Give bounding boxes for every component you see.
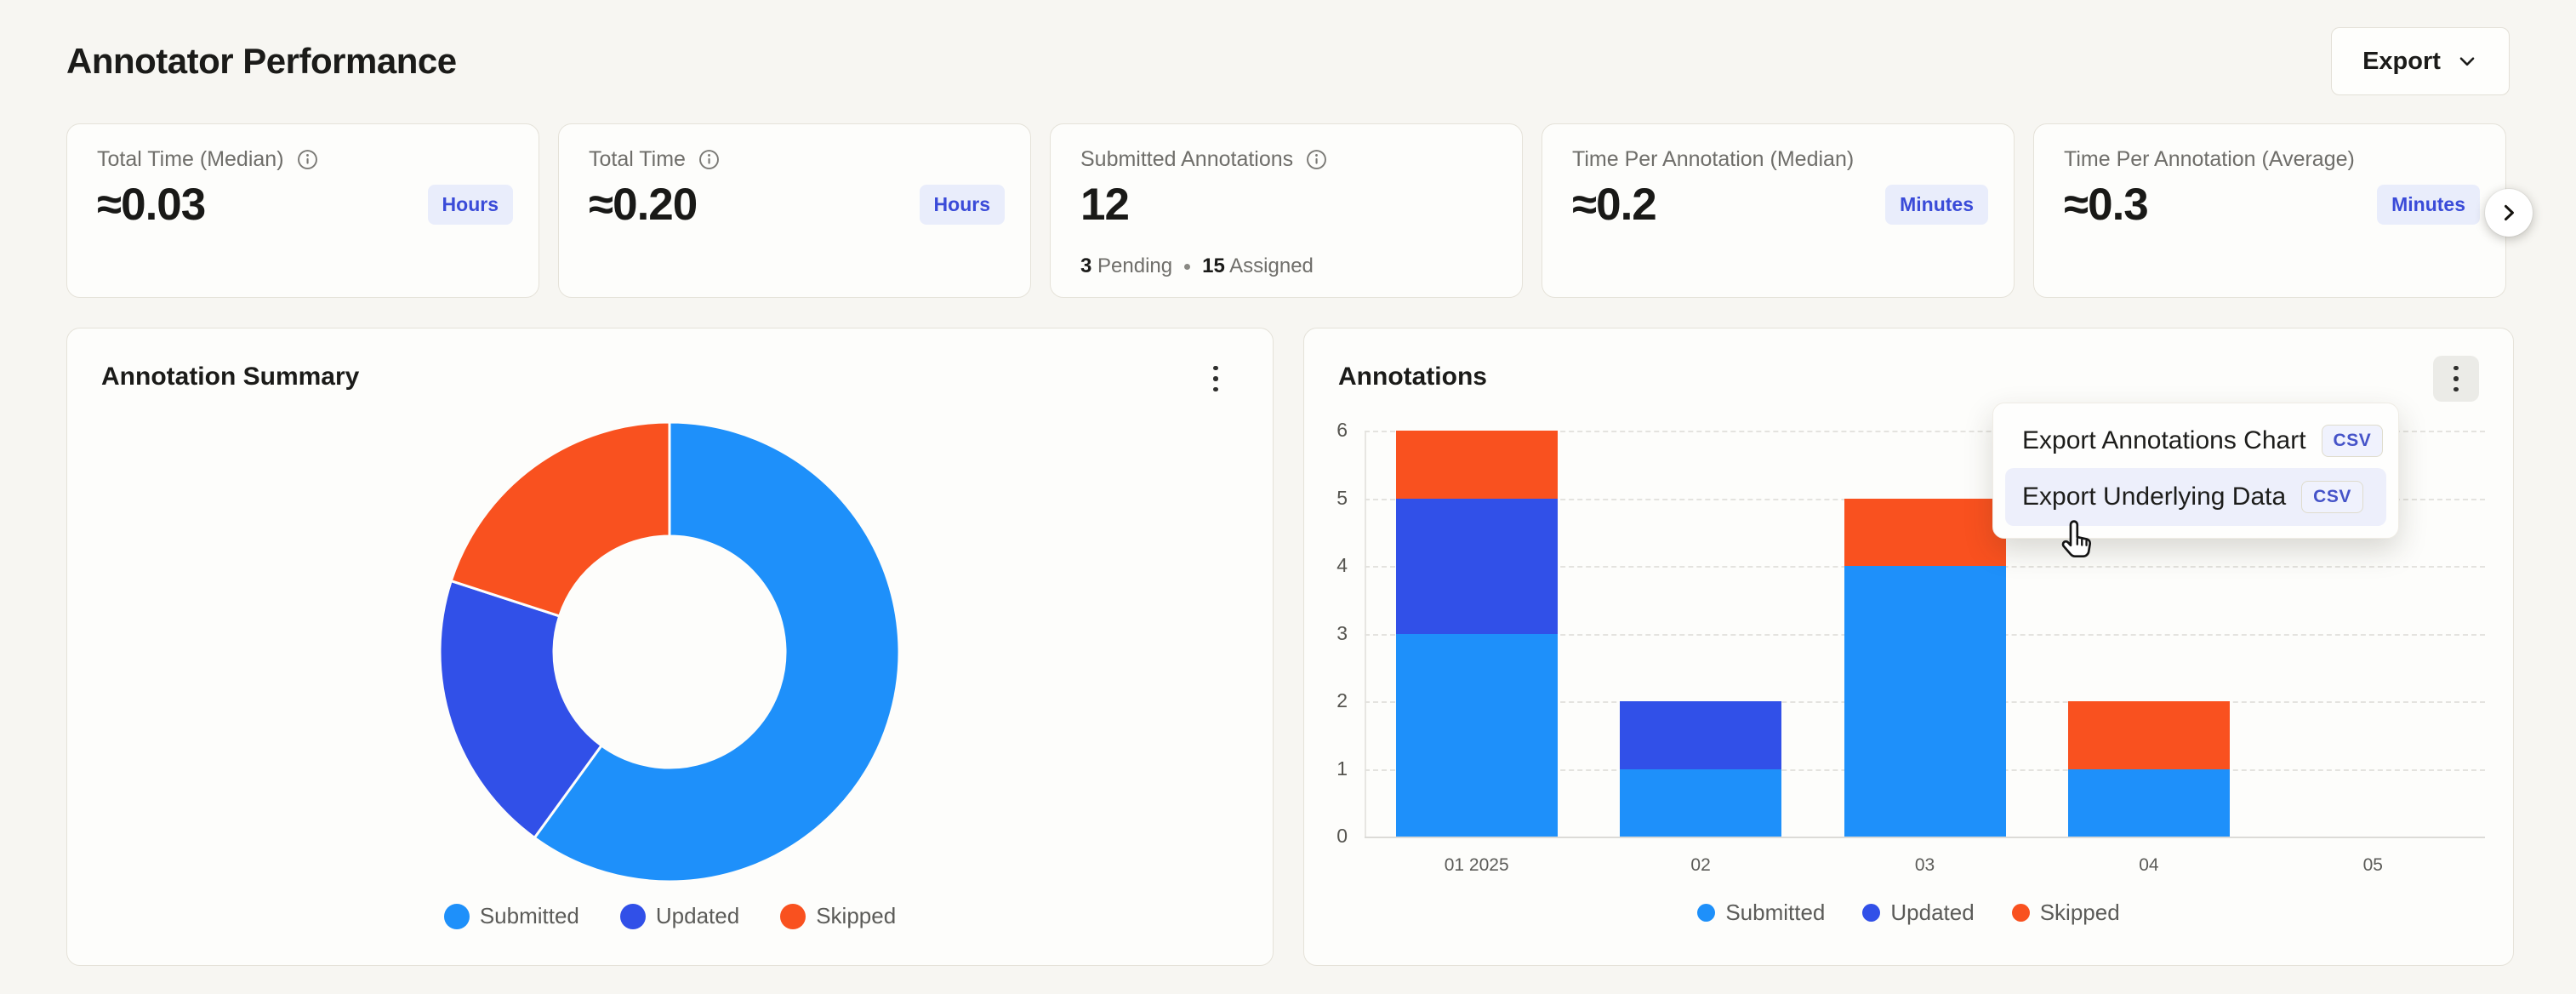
kebab-icon — [1213, 366, 1218, 371]
unit-badge: Hours — [920, 185, 1005, 225]
bar-segment-submitted-01-2025 — [1396, 634, 1558, 837]
bar-segment-updated-01-2025 — [1396, 499, 1558, 634]
legend-dot-submitted — [444, 904, 470, 929]
kebab-icon — [2453, 366, 2459, 371]
annotations-menu-button[interactable] — [2433, 356, 2479, 402]
menu-item-export-underlying-data[interactable]: Export Underlying Data CSV — [2005, 468, 2386, 526]
stat-value: ≈0.3 — [2064, 179, 2148, 231]
legend-dot-skipped — [780, 904, 806, 929]
legend-item-updated[interactable]: Updated — [1862, 900, 1974, 926]
stat-value: ≈0.20 — [589, 179, 697, 231]
annotator-performance-page: Annotator Performance Export Total Time … — [0, 0, 2576, 994]
stat-card-total-time-median: Total Time (Median) ≈0.03 Hours — [66, 123, 539, 298]
y-axis-tick-label: 1 — [1305, 757, 1348, 780]
stat-value: 12 — [1080, 179, 1129, 231]
stat-label: Total Time — [589, 147, 686, 172]
pending-count: 3 — [1080, 254, 1091, 277]
y-axis-tick-label: 4 — [1305, 554, 1348, 577]
legend-dot-skipped — [2012, 904, 2030, 922]
export-button[interactable]: Export — [2331, 27, 2510, 95]
info-icon[interactable] — [1305, 148, 1328, 171]
annotations-title: Annotations — [1338, 363, 1487, 391]
csv-badge: CSV — [2301, 481, 2363, 513]
info-icon[interactable] — [296, 148, 319, 171]
page-title: Annotator Performance — [66, 41, 457, 82]
bar-segment-skipped-03 — [1844, 499, 2006, 567]
bar-segment-submitted-02 — [1620, 769, 1781, 837]
menu-item-export-annotations-chart[interactable]: Export Annotations Chart CSV — [2005, 414, 2386, 468]
mouse-cursor-pointer-icon — [2055, 519, 2098, 565]
assigned-label: Assigned — [1229, 254, 1314, 277]
legend-item-updated[interactable]: Updated — [620, 903, 739, 929]
dot-separator — [1184, 264, 1190, 270]
export-context-menu: Export Annotations Chart CSV Export Unde… — [1992, 403, 2399, 539]
pending-label: Pending — [1097, 254, 1172, 277]
gridline-y-0 — [1365, 837, 2485, 838]
chevron-right-icon — [2497, 201, 2521, 225]
stat-label: Submitted Annotations — [1080, 147, 1293, 172]
annotation-summary-title: Annotation Summary — [101, 363, 359, 391]
page-header: Annotator Performance Export — [66, 26, 2510, 97]
unit-badge: Minutes — [1885, 185, 1988, 225]
legend-item-submitted[interactable]: Submitted — [1697, 900, 1825, 926]
y-axis-tick-label: 0 — [1305, 825, 1348, 848]
legend-dot-submitted — [1697, 904, 1715, 922]
bar-segment-submitted-03 — [1844, 566, 2006, 837]
info-icon[interactable] — [698, 148, 721, 171]
y-axis-tick-label: 6 — [1305, 419, 1348, 442]
stats-row: Total Time (Median) ≈0.03 Hours Total Ti… — [66, 123, 2506, 298]
legend-label: Updated — [1890, 900, 1974, 926]
x-axis-tick-label: 05 — [2261, 855, 2485, 876]
unit-badge: Minutes — [2377, 185, 2480, 225]
legend-dot-updated — [1862, 904, 1880, 922]
annotation-summary-card: Annotation Summary Submitted Updated Skipp… — [66, 328, 1274, 966]
unit-badge: Hours — [428, 185, 513, 225]
annotation-summary-menu-button[interactable] — [1193, 356, 1239, 402]
legend-label: Updated — [656, 903, 739, 929]
legend-item-skipped[interactable]: Skipped — [780, 903, 896, 929]
bar-chart-legend: Submitted Updated Skipped — [1304, 900, 2513, 926]
y-axis-tick-label: 3 — [1305, 622, 1348, 645]
stat-label: Time Per Annotation (Median) — [1572, 147, 1854, 172]
stat-label: Total Time (Median) — [97, 147, 284, 172]
stat-footer: 3 Pending 15 Assigned — [1080, 254, 1314, 278]
legend-item-skipped[interactable]: Skipped — [2012, 900, 2120, 926]
legend-label: Skipped — [2040, 900, 2120, 926]
stat-value: ≈0.2 — [1572, 179, 1656, 231]
x-axis-tick-label: 04 — [2037, 855, 2260, 876]
chevron-down-icon — [2456, 50, 2478, 72]
stats-next-button[interactable] — [2485, 189, 2533, 237]
donut-chart — [431, 414, 908, 890]
x-axis-tick-label: 03 — [1813, 855, 2037, 876]
legend-label: Submitted — [480, 903, 579, 929]
bar-segment-submitted-04 — [2068, 769, 2230, 837]
menu-item-label: Export Underlying Data — [2022, 483, 2286, 511]
assigned-count: 15 — [1202, 254, 1225, 277]
stat-card-time-per-annotation-average: Time Per Annotation (Average) ≈0.3 Minut… — [2033, 123, 2506, 298]
bar-segment-skipped-01-2025 — [1396, 431, 1558, 499]
legend-item-submitted[interactable]: Submitted — [444, 903, 579, 929]
y-axis-tick-label: 5 — [1305, 487, 1348, 510]
x-axis-tick-label: 02 — [1588, 855, 1812, 876]
donut-slice-skipped — [451, 422, 670, 616]
y-axis-tick-label: 2 — [1305, 689, 1348, 712]
stat-card-submitted-annotations: Submitted Annotations 12 3 Pending 15 As… — [1050, 123, 1523, 298]
stat-label: Time Per Annotation (Average) — [2064, 147, 2355, 172]
donut-legend: Submitted Updated Skipped — [67, 903, 1273, 929]
stat-card-time-per-annotation-median: Time Per Annotation (Median) ≈0.2 Minute… — [1542, 123, 2015, 298]
legend-label: Submitted — [1725, 900, 1825, 926]
stat-card-total-time: Total Time ≈0.20 Hours — [558, 123, 1031, 298]
export-button-label: Export — [2362, 48, 2441, 76]
bar-segment-skipped-04 — [2068, 701, 2230, 769]
bar-segment-updated-02 — [1620, 701, 1781, 769]
legend-dot-updated — [620, 904, 646, 929]
x-axis-tick-label: 01 2025 — [1365, 855, 1588, 876]
menu-item-label: Export Annotations Chart — [2022, 426, 2306, 455]
legend-label: Skipped — [816, 903, 896, 929]
stat-value: ≈0.03 — [97, 179, 205, 231]
csv-badge: CSV — [2322, 425, 2384, 457]
